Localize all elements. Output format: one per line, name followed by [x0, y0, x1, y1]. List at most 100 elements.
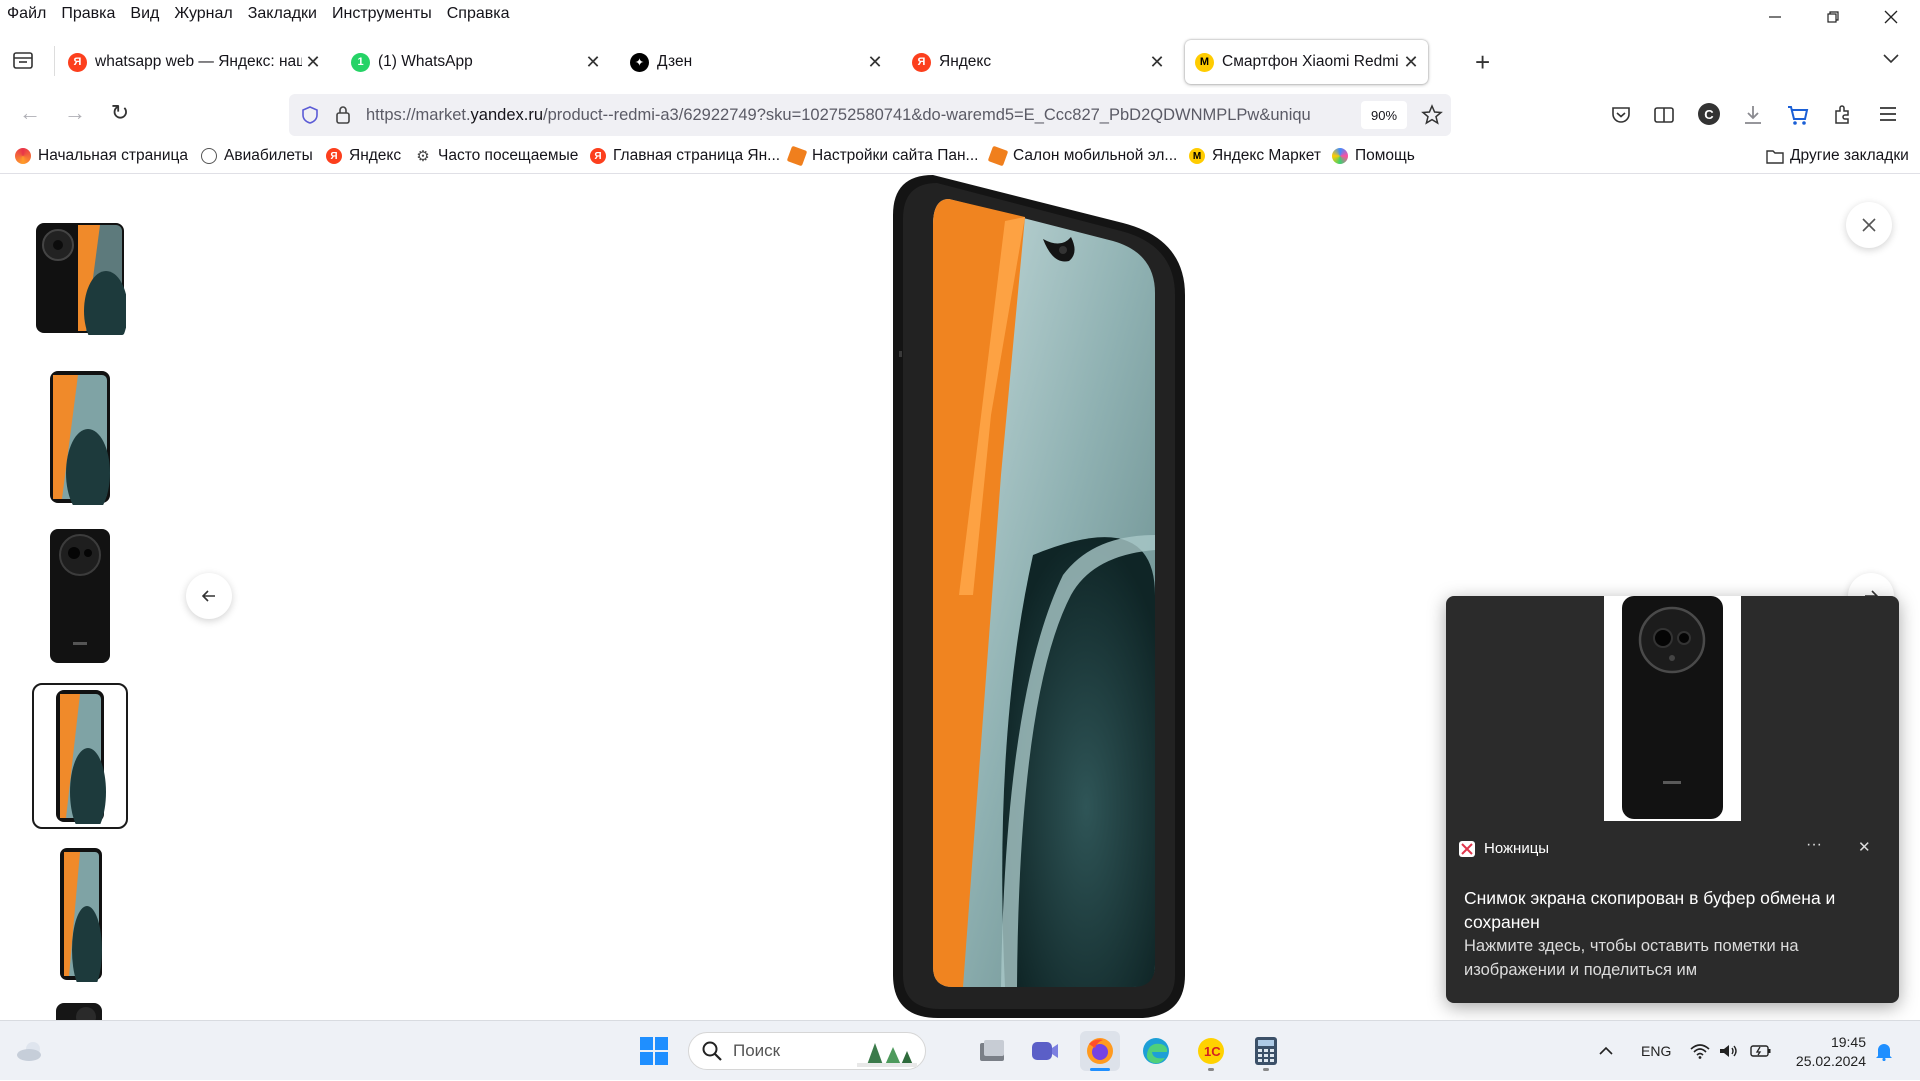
network-button[interactable]: [1690, 1021, 1710, 1081]
bookmark-avia[interactable]: Авиабилеты: [201, 147, 313, 165]
firefox-taskbar-button[interactable]: [1080, 1031, 1120, 1071]
yandex-icon: Я: [590, 148, 606, 164]
search-highlight-trees-icon: [857, 1043, 917, 1067]
bookmark-label: Начальная страница: [38, 147, 188, 164]
bookmark-panel-settings[interactable]: Настройки сайта Пан...: [786, 145, 978, 167]
yandex-icon: Я: [68, 52, 87, 72]
tabs-list-icon: [13, 52, 33, 69]
close-gallery-button[interactable]: [1846, 202, 1892, 248]
battery-button[interactable]: [1750, 1021, 1772, 1081]
bookmark-home[interactable]: Начальная страница: [15, 147, 188, 165]
firefox-home-icon: [15, 148, 31, 164]
screenshot-preview[interactable]: [1604, 596, 1741, 821]
reload-button[interactable]: ↻: [106, 100, 134, 126]
bookmark-other-folder[interactable]: Другие закладки: [1766, 147, 1909, 165]
tab-close-icon[interactable]: ✕: [582, 52, 604, 73]
bookmark-yandex-main[interactable]: Я Главная страница Ян...: [590, 147, 780, 165]
bookmark-help[interactable]: Помощь: [1332, 147, 1415, 165]
tab-close-icon[interactable]: ✕: [864, 52, 886, 73]
tab-dzen[interactable]: ✦ Дзен ✕: [630, 40, 886, 84]
edge-taskbar-button[interactable]: [1136, 1031, 1176, 1071]
notification-more-button[interactable]: ···: [1806, 836, 1822, 854]
input-language-indicator[interactable]: ENG: [1641, 1021, 1671, 1081]
minimize-button[interactable]: [1746, 0, 1804, 34]
gallery-thumbnail[interactable]: [32, 527, 128, 665]
arrow-left-icon: ←: [19, 100, 41, 125]
url-domain: yandex.ru: [470, 105, 544, 124]
reader-view-icon[interactable]: [1653, 104, 1675, 126]
tab-close-icon[interactable]: ✕: [302, 52, 324, 73]
menu-edit[interactable]: Правка: [54, 5, 123, 23]
back-button[interactable]: ←: [16, 100, 44, 126]
teams-meet-button[interactable]: [1025, 1031, 1065, 1071]
bookmark-yandex-market[interactable]: M Яндекс Маркет: [1189, 147, 1321, 165]
screenshot-notification[interactable]: Ножницы ··· ✕ Снимок экрана скопирован в…: [1446, 596, 1899, 1003]
notifications-button[interactable]: [1875, 1021, 1893, 1081]
close-window-button[interactable]: [1862, 0, 1920, 34]
gallery-thumbnail[interactable]: [32, 220, 128, 336]
previous-image-button[interactable]: [186, 573, 232, 619]
url-bar[interactable]: https://market.yandex.ru/product--redmi-…: [289, 94, 1451, 136]
menu-help[interactable]: Справка: [440, 5, 518, 23]
bookmark-label: Салон мобильной эл...: [1013, 147, 1178, 164]
new-tab-button[interactable]: +: [1475, 47, 1490, 78]
account-avatar[interactable]: C: [1698, 103, 1720, 125]
search-placeholder: Поиск: [733, 1041, 781, 1060]
tab-close-icon[interactable]: ✕: [1146, 52, 1168, 73]
bookmark-star-icon[interactable]: [1421, 104, 1443, 126]
bookmark-mobile-salon[interactable]: Салон мобильной эл...: [987, 145, 1178, 167]
restore-button[interactable]: [1804, 0, 1862, 34]
task-view-button[interactable]: [972, 1031, 1012, 1071]
tab-overview-button[interactable]: [12, 49, 38, 75]
menu-history[interactable]: Журнал: [167, 5, 240, 23]
gear-icon: ⚙: [415, 148, 431, 165]
notification-close-button[interactable]: ✕: [1858, 838, 1871, 856]
calculator-taskbar-button[interactable]: [1246, 1031, 1286, 1071]
gallery-thumbnail[interactable]: [32, 369, 128, 505]
tab-title: Яндекс: [939, 53, 992, 70]
menu-bar: Файл Правка Вид Журнал Закладки Инструме…: [0, 0, 1920, 27]
url-text[interactable]: https://market.yandex.ru/product--redmi-…: [366, 106, 1350, 125]
pocket-icon[interactable]: [1610, 104, 1632, 126]
tab-whatsapp-search[interactable]: Я whatsapp web — Яндекс: наш ✕: [68, 40, 324, 84]
list-all-tabs-button[interactable]: [1882, 52, 1900, 70]
menu-view[interactable]: Вид: [123, 5, 167, 23]
bookmark-label: Авиабилеты: [224, 147, 313, 164]
tab-yandex-market-product[interactable]: M Смартфон Xiaomi Redmi A3 64 ✕: [1185, 40, 1428, 84]
clock-button[interactable]: 19:45 25.02.2024: [1790, 1021, 1866, 1081]
gallery-thumbnail[interactable]: [32, 845, 128, 983]
zoom-level-button[interactable]: 90%: [1361, 101, 1407, 129]
battery-charging-icon: [1750, 1045, 1771, 1057]
hamburger-menu-icon[interactable]: [1878, 105, 1898, 123]
navigation-bar: ← → ↻ https://market.yandex.ru/product--…: [0, 88, 1920, 142]
weather-widget-button[interactable]: [9, 1031, 49, 1071]
show-hidden-icons-button[interactable]: [1598, 1021, 1614, 1081]
tab-whatsapp[interactable]: 1 (1) WhatsApp ✕: [351, 40, 604, 84]
menu-bookmarks[interactable]: Закладки: [241, 5, 325, 23]
volume-button[interactable]: [1718, 1021, 1738, 1081]
downloads-icon[interactable]: [1742, 103, 1764, 127]
taskbar-search-input[interactable]: Поиск: [688, 1032, 926, 1070]
forward-button[interactable]: →: [61, 100, 89, 126]
tab-yandex[interactable]: Я Яндекс ✕: [912, 40, 1168, 84]
cart-icon[interactable]: [1786, 103, 1810, 127]
menu-tools[interactable]: Инструменты: [325, 5, 440, 23]
tracking-protection-shield-icon[interactable]: [300, 105, 320, 125]
extensions-puzzle-icon[interactable]: [1832, 103, 1854, 125]
start-button[interactable]: [634, 1031, 674, 1071]
running-app-indicator: [1263, 1068, 1269, 1071]
notification-body: Нажмите здесь, чтобы оставить пометки на…: [1464, 937, 1799, 979]
tab-bar: Я whatsapp web — Яндекс: наш ✕ 1 (1) Wha…: [0, 38, 1920, 86]
bookmark-frequent[interactable]: ⚙ Часто посещаемые: [415, 147, 578, 165]
bookmark-yandex[interactable]: Я Яндекс: [326, 147, 401, 165]
lock-icon[interactable]: [334, 105, 352, 125]
window-controls: [1746, 0, 1920, 34]
tab-title: Смартфон Xiaomi Redmi A3 64: [1222, 53, 1400, 70]
1c-taskbar-button[interactable]: 1C: [1191, 1031, 1231, 1071]
tab-title: Дзен: [657, 53, 693, 70]
tab-close-icon[interactable]: ✕: [1400, 52, 1422, 73]
gallery-thumbnail-selected[interactable]: [32, 683, 128, 829]
gallery-thumbnail[interactable]: [32, 1001, 128, 1020]
dzen-icon: ✦: [630, 52, 649, 72]
menu-file[interactable]: Файл: [0, 5, 54, 23]
